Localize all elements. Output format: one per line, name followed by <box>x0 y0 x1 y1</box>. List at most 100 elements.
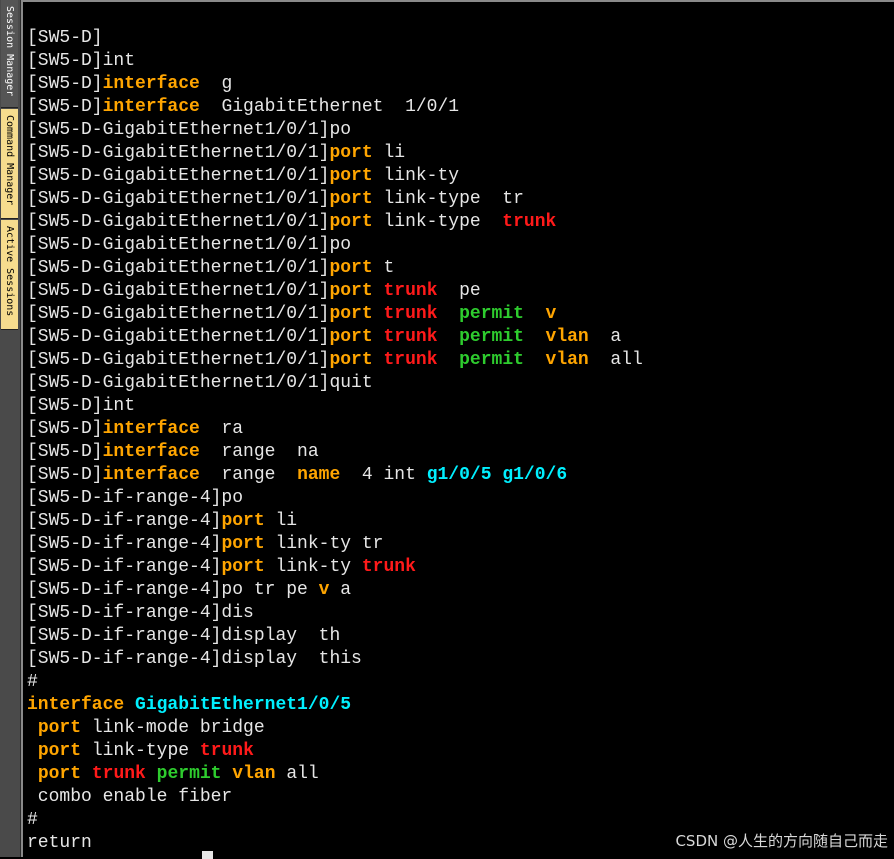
terminal-line: # <box>27 809 643 832</box>
watermark: CSDN @人生的方向随自己而走 <box>675 832 888 850</box>
terminal-line: [SW5-D]int <box>27 395 643 418</box>
tab-command-manager[interactable]: Command Manager <box>1 109 18 219</box>
terminal-text-segment: vlan <box>232 764 276 784</box>
terminal-text-segment: port <box>329 350 373 370</box>
terminal-text-segment: port <box>37 718 82 738</box>
terminal-text-segment: # <box>27 672 38 692</box>
terminal-text-segment: interface <box>27 695 125 715</box>
terminal-text-segment: [SW5-D] <box>27 465 103 485</box>
terminal-line: return <box>27 832 643 855</box>
terminal-text-segment: # <box>27 810 38 830</box>
terminal-text-segment: port <box>329 166 373 186</box>
terminal-text-segment: GigabitEthernet 1/0/1 <box>199 97 460 117</box>
terminal-text-segment: [SW5-D-if-range-4] <box>27 534 222 554</box>
terminal-text-segment: GigabitEthernet1/0/5 <box>135 695 352 715</box>
terminal-line: [SW5-D-GigabitEthernet1/0/1]port t <box>27 257 643 280</box>
terminal-text-segment: [SW5-D]int <box>27 396 136 416</box>
terminal-text-segment: port <box>221 511 265 531</box>
terminal-line: [SW5-D-GigabitEthernet1/0/1]port trunk p… <box>27 303 643 326</box>
terminal-text-segment: trunk <box>91 764 146 784</box>
terminal-text-segment: [SW5-D-GigabitEthernet1/0/1] <box>27 189 330 209</box>
terminal-line: [SW5-D-GigabitEthernet1/0/1]port li <box>27 142 643 165</box>
terminal-text-segment: ra <box>199 419 244 439</box>
terminal-text-segment: [SW5-D] <box>27 74 103 94</box>
terminal-text-segment: link-mode bridge <box>81 718 265 738</box>
terminal-text-segment: a <box>329 580 352 600</box>
terminal-line: [SW5-D]int <box>27 50 643 73</box>
terminal-line: [SW5-D-GigabitEthernet1/0/1]po <box>27 119 643 142</box>
terminal-line: [SW5-D-GigabitEthernet1/0/1]port link-ty <box>27 165 643 188</box>
terminal-text-segment: port <box>329 143 373 163</box>
terminal-line: [SW5-D]interface range name 4 int g1/0/5… <box>27 464 643 487</box>
terminal-text-segment: name <box>297 465 341 485</box>
terminal-text-segment: interface <box>102 419 200 439</box>
terminal-text-segment: link-ty <box>264 557 362 577</box>
terminal-text-segment: all <box>275 764 319 784</box>
terminal-window[interactable]: [SW5-D] [SW5-D]int [SW5-D]interface g [SW5-… <box>21 0 894 857</box>
terminal-text-segment: trunk <box>383 281 438 301</box>
terminal-text-segment: trunk <box>383 304 438 324</box>
terminal-text-segment: port <box>37 741 82 761</box>
terminal-line: # <box>27 671 643 694</box>
terminal-text-segment: [SW5-D-if-range-4]po <box>27 488 244 508</box>
terminal-text-segment: [SW5-D-if-range-4]display th <box>27 626 341 646</box>
terminal-text-segment: link-ty <box>372 166 460 186</box>
terminal-line: [SW5-D-if-range-4]display this <box>27 648 643 671</box>
terminal-line: [SW5-D] <box>27 27 643 50</box>
terminal-text-segment: port <box>221 534 265 554</box>
terminal-text-segment: g <box>199 74 233 94</box>
terminal-text-segment: return <box>27 833 92 853</box>
terminal-text-segment: [SW5-D-GigabitEthernet1/0/1] <box>27 258 330 278</box>
terminal-text-segment: [SW5-D-GigabitEthernet1/0/1]po <box>27 235 352 255</box>
terminal-text-segment: 4 int <box>340 465 427 485</box>
terminal-text-segment: vlan <box>545 350 589 370</box>
terminal-text-segment: port <box>37 764 82 784</box>
terminal-text-segment: v <box>545 304 557 324</box>
terminal-line: port trunk permit vlan all <box>27 763 643 786</box>
terminal-line: [SW5-D-GigabitEthernet1/0/1]port trunk p… <box>27 349 643 372</box>
terminal-line: [SW5-D-GigabitEthernet1/0/1]quit <box>27 372 643 395</box>
terminal-text-segment: port <box>329 212 373 232</box>
terminal-line: [SW5-D]interface range na <box>27 441 643 464</box>
terminal-text-segment: [SW5-D] <box>27 419 103 439</box>
tab-session-manager[interactable]: Session Manager <box>1 0 18 108</box>
terminal-text-segment: trunk <box>199 741 254 761</box>
terminal-text-segment: trunk <box>502 212 557 232</box>
terminal-text-segment: link-ty tr <box>264 534 384 554</box>
terminal-text-segment: range na <box>199 442 319 462</box>
terminal-text-segment: range <box>199 465 298 485</box>
terminal-text-segment: port <box>329 258 373 278</box>
terminal-text-segment: permit <box>459 350 524 370</box>
terminal-text-segment: li <box>264 511 298 531</box>
terminal-text-segment: permit <box>459 327 524 347</box>
terminal-text-segment: trunk <box>361 557 416 577</box>
terminal-line: port link-type trunk <box>27 740 643 763</box>
terminal-text-segment: [SW5-D-if-range-4]display this <box>27 649 362 669</box>
terminal-text-segment: [SW5-D-if-range-4] <box>27 511 222 531</box>
terminal-line: [SW5-D-GigabitEthernet1/0/1]port link-ty… <box>27 211 643 234</box>
terminal-text-segment: [SW5-D-GigabitEthernet1/0/1]po <box>27 120 352 140</box>
terminal-text-segment: link-type <box>81 741 200 761</box>
terminal-cursor <box>202 851 213 859</box>
terminal-text-segment: [SW5-D-GigabitEthernet1/0/1] <box>27 212 330 232</box>
terminal-text-segment: interface <box>102 74 200 94</box>
tab-active-sessions[interactable]: Active Sessions <box>1 220 18 330</box>
terminal-text-segment: interface <box>102 465 200 485</box>
terminal-text-segment: port <box>329 304 373 324</box>
terminal-text-segment: trunk <box>383 327 438 347</box>
terminal-text-segment: [SW5-D-GigabitEthernet1/0/1]quit <box>27 373 373 393</box>
terminal-text-segment: port <box>329 189 373 209</box>
